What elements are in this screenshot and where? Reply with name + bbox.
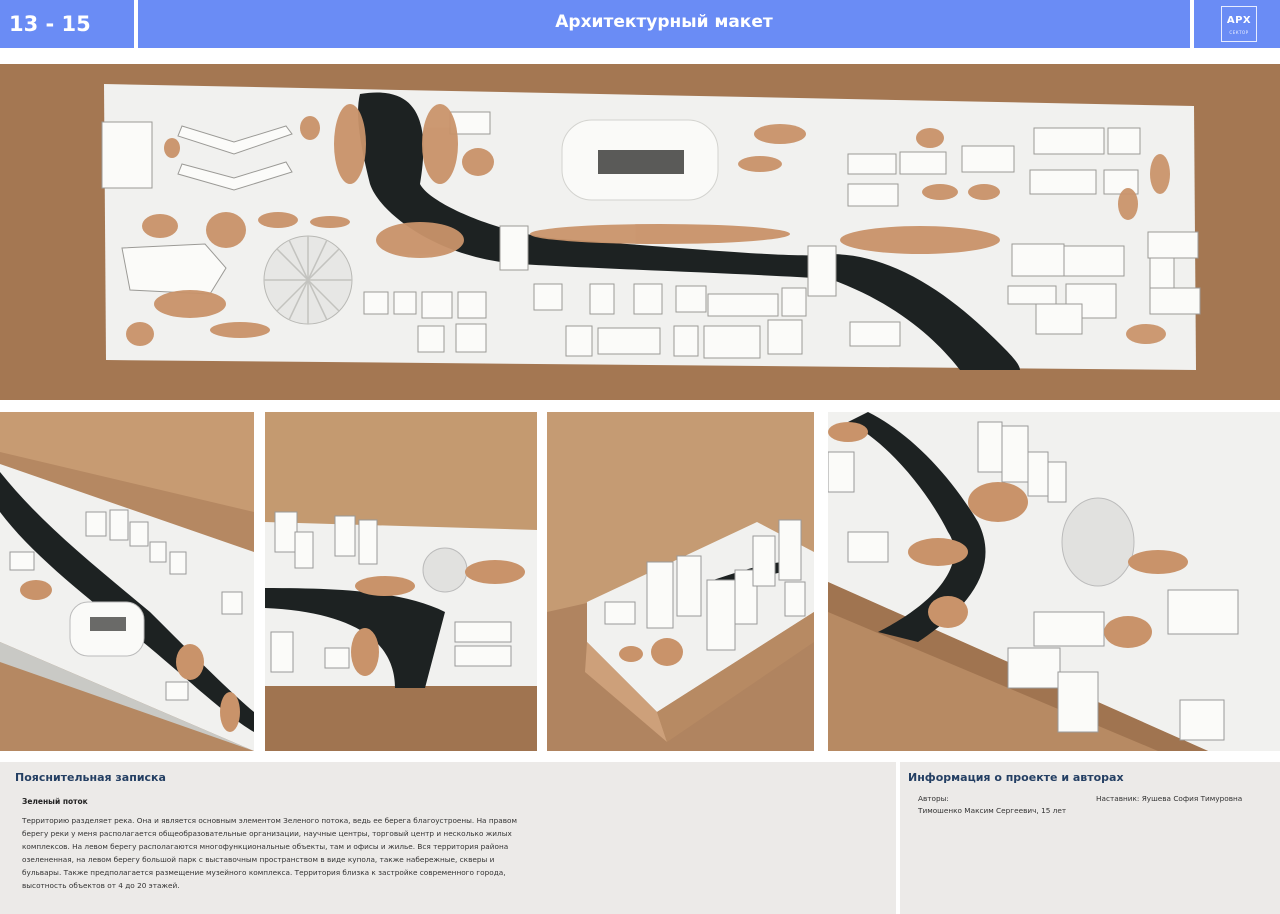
description-line: комплексов. На левом берегу располагаютс… (22, 842, 509, 851)
perspective-photo-2 (265, 412, 537, 751)
description-line: высотность объектов от 4 до 20 этажей. (22, 881, 180, 890)
description-line: озелененная, на левом берегу большой пар… (22, 855, 495, 864)
description-line: Территорию разделяет река. Она и являетс… (22, 816, 517, 825)
perspective-view-4-image (828, 412, 1280, 751)
perspective-view-1-image (0, 412, 254, 751)
logo: АРХ СЕКТОР (1194, 0, 1280, 48)
perspective-view-2-image (265, 412, 537, 751)
description-line: берегу реки у меня располагается общеобр… (22, 829, 512, 838)
project-name: Зеленый поток (22, 797, 88, 806)
logo-subtext: СЕКТОР (1229, 30, 1249, 35)
logo-icon: АРХ СЕКТОР (1221, 6, 1257, 42)
author-name: Тимошенко Максим Сергеевич, 15 лет (918, 806, 1067, 815)
main-model-photo (0, 64, 1280, 400)
explanatory-note-heading: Пояснительная записка (15, 771, 166, 784)
page-title: Архитектурный макет (138, 0, 1190, 48)
perspective-photo-3 (547, 412, 814, 751)
header: 13 - 15 лет Архитектурный макет АРХ СЕКТ… (0, 0, 1280, 84)
age-badge: 13 - 15 лет (0, 0, 134, 84)
project-info-heading: Информация о проекте и авторах (908, 771, 1124, 784)
logo-text: АРХ (1226, 15, 1252, 26)
description-line: бульвары. Также предполагается размещени… (22, 868, 506, 877)
project-description: Территорию разделяет река. Она и являетс… (22, 814, 532, 892)
explanatory-note-panel: Пояснительная записка Зеленый поток Терр… (0, 762, 896, 914)
perspective-photo-1 (0, 412, 254, 751)
project-info-panel: Информация о проекте и авторах Авторы: Т… (900, 762, 1280, 914)
perspective-photo-4 (828, 412, 1280, 751)
model-top-view-image (0, 64, 1280, 400)
perspective-view-3-image (547, 412, 814, 751)
mentor-name: Наставник: Яушева София Тимуровна (1096, 794, 1243, 803)
